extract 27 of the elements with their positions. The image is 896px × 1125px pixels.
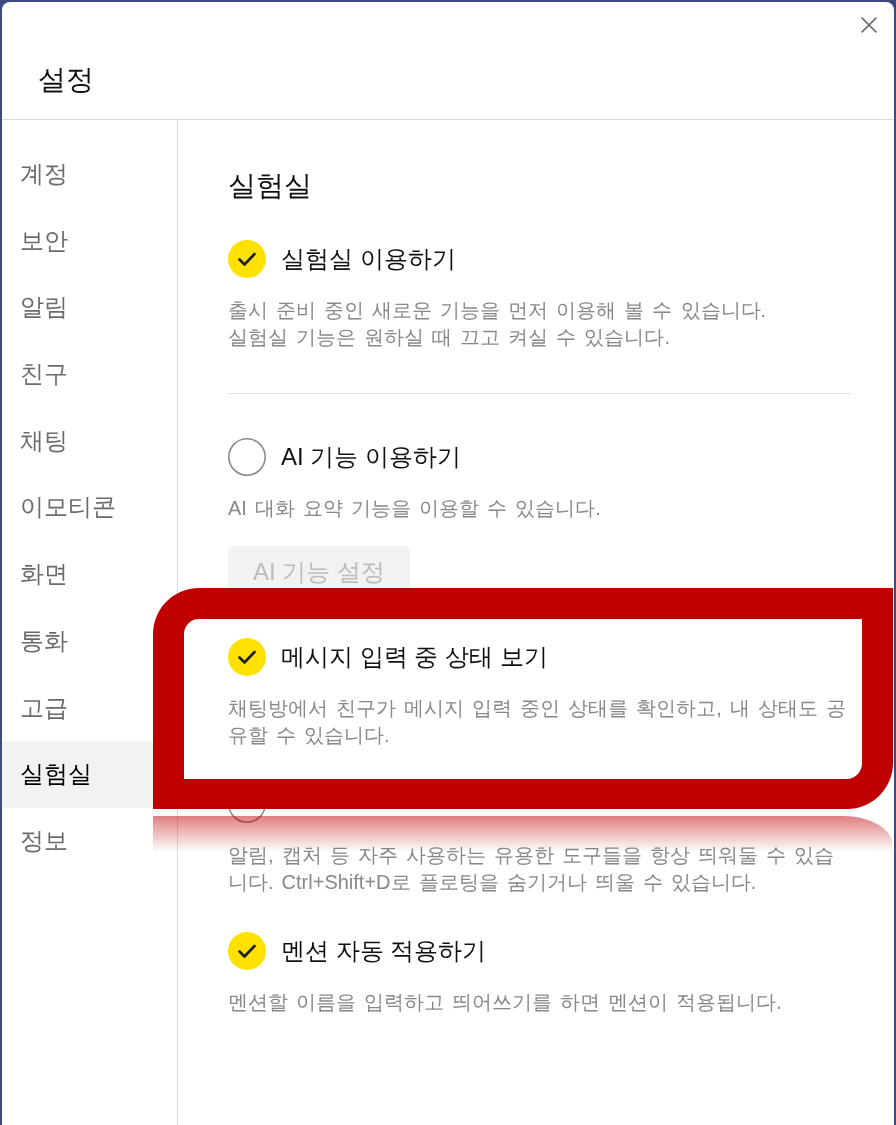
option-description: 멘션할 이름을 입력하고 띄어쓰기를 하면 멘션이 적용됩니다. bbox=[228, 990, 783, 1015]
sidebar-item[interactable]: 화면 bbox=[2, 541, 153, 608]
dialog-title: 설정 bbox=[38, 63, 94, 97]
option-description: 출시 준비 중인 새로운 기능을 먼저 이용해 볼 수 있습니다. 실험실 기능은 원하실 때 끄고 켜실 수 있습니다. bbox=[228, 298, 768, 350]
option-description: 알림, 캡처 등 자주 사용하는 유용한 도구들을 항상 띄워둘 수 있습니다. Ctrl+Shift+D로 플로팅을 숨기거나 띄울 수 있습니다. bbox=[228, 843, 836, 895]
sidebar-item[interactable]: 친구 bbox=[2, 341, 153, 408]
option-title: 멘션 자동 적용하기 bbox=[281, 936, 487, 966]
option-title: 실험실 이용하기 bbox=[281, 244, 456, 274]
checkbox-icon[interactable] bbox=[228, 932, 266, 970]
sidebar-item[interactable]: 이모티콘 bbox=[2, 474, 153, 542]
sidebar-item[interactable]: 고급 bbox=[2, 674, 153, 742]
sidebar-item[interactable]: 계정 bbox=[2, 141, 153, 208]
sidebar-item[interactable]: 통화 bbox=[2, 607, 153, 675]
sidebar-item[interactable]: 보안 bbox=[2, 207, 153, 275]
sidebar-item[interactable]: 정보 bbox=[2, 807, 153, 875]
sidebar-item[interactable]: 알림 bbox=[2, 274, 153, 342]
section-heading: 실험실 bbox=[228, 169, 313, 203]
close-icon[interactable] bbox=[861, 17, 877, 33]
option-description: AI 대화 요약 기능을 이용할 수 있습니다. bbox=[228, 496, 602, 521]
option-title: AI 기능 이용하기 bbox=[281, 442, 461, 472]
checkbox-icon[interactable] bbox=[228, 638, 266, 676]
checkbox-icon[interactable] bbox=[228, 438, 266, 476]
option-description: 채팅방에서 친구가 메시지 입력 중인 상태를 확인하고, 내 상태도 공유할 수 있습니다. bbox=[228, 696, 848, 748]
sidebar-item[interactable]: 채팅 bbox=[2, 407, 153, 475]
option-title: 메시지 입력 중 상태 보기 bbox=[281, 642, 548, 672]
sidebar-item[interactable]: 실험실 bbox=[2, 741, 153, 808]
checkbox-icon[interactable] bbox=[228, 240, 266, 278]
